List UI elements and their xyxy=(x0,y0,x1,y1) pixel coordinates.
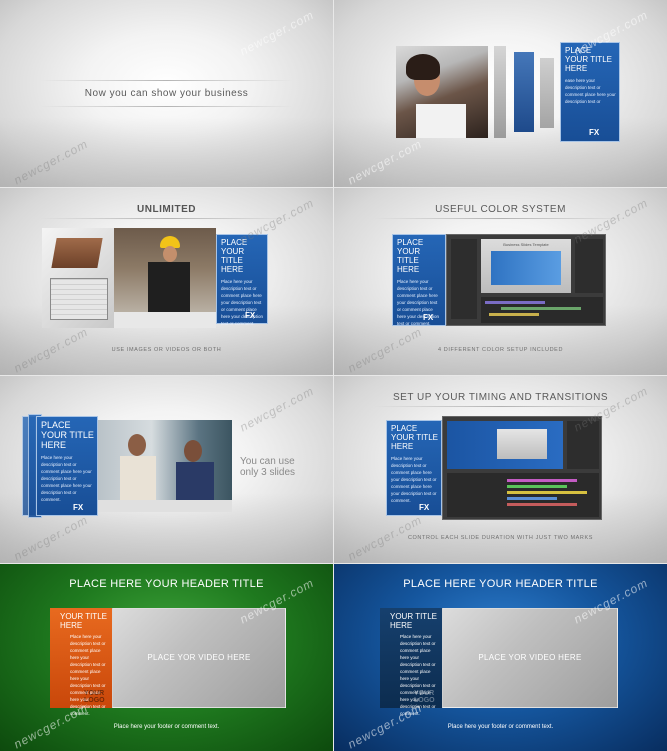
timeline-track xyxy=(507,479,577,482)
timeline-track xyxy=(507,485,567,488)
timeline-track xyxy=(485,301,545,304)
divider xyxy=(374,406,627,407)
blueprint xyxy=(50,278,108,320)
blouse-shape xyxy=(120,456,156,500)
title-panel: YOUR TITLE HERE Place here your descript… xyxy=(380,608,442,716)
fx-logo: FX xyxy=(73,503,84,512)
panel-description: Place here your description text or comm… xyxy=(397,279,440,326)
panel-title: YOUR TITLE HERE xyxy=(60,612,107,630)
table-shape xyxy=(114,312,216,328)
effects-panel xyxy=(575,239,603,293)
header-title: PLACE HERE YOUR HEADER TITLE xyxy=(69,578,264,590)
preview-grid: Now you can show your business newcger.c… xyxy=(0,0,667,751)
panel-blue-template: PLACE HERE YOUR HEADER TITLE YOUR TITLE … xyxy=(334,564,667,751)
watermark: newcger.com xyxy=(237,7,317,59)
floor-reflection xyxy=(0,117,333,187)
face-shape xyxy=(163,246,177,262)
photo-strip xyxy=(540,58,554,128)
timeline-track xyxy=(507,503,577,506)
watermark: newcger.com xyxy=(237,383,317,435)
fx-logo: FX xyxy=(245,311,256,320)
photo-strip xyxy=(494,46,506,138)
panel-description: Place here your description text or comm… xyxy=(391,456,437,503)
timeline-track xyxy=(489,313,539,316)
fx-logo: FX xyxy=(423,313,434,322)
hair-shape xyxy=(406,54,440,80)
panel-timing: SET UP YOUR TIMING AND TRANSITIONS PLACE… xyxy=(334,376,667,563)
house-model xyxy=(51,238,103,268)
face-shape xyxy=(184,440,202,462)
timeline xyxy=(481,297,603,323)
title-panel: YOUR TITLE HERE Place here your descript… xyxy=(50,608,112,716)
editor-window: Business Slides Template xyxy=(446,234,606,326)
preview-screen xyxy=(447,421,563,469)
divider xyxy=(40,80,293,81)
title-panel: PLACE YOUR TITLE HERE ease here your des… xyxy=(560,42,620,142)
panel-slides: PLACE YOUR TITLE HERE Place here your de… xyxy=(0,376,333,563)
screen-thumbnail xyxy=(497,429,547,459)
video-placeholder: PLACE YOR VIDEO HERE xyxy=(112,608,286,708)
panel-title: PLACE YOUR TITLE HERE xyxy=(391,424,438,451)
blouse-shape xyxy=(176,462,214,502)
face-shape xyxy=(128,434,146,456)
screen-thumbnail xyxy=(491,251,561,285)
fx-logo: FX xyxy=(419,503,430,512)
photo-engineer xyxy=(114,228,216,328)
header-title: PLACE HERE YOUR HEADER TITLE xyxy=(403,578,598,590)
panel-description: ease here your description text or comme… xyxy=(565,78,616,104)
panel-title: PLACE YOUR TITLE HERE xyxy=(397,238,424,274)
side-text: You can use only 3 slides xyxy=(240,456,296,478)
timeline-track xyxy=(501,307,581,310)
intro-title: Now you can show your business xyxy=(84,88,249,99)
panel-intro: Now you can show your business newcger.c… xyxy=(0,0,333,187)
project-panel xyxy=(451,239,477,319)
title-panel: PLACE YOUR TITLE HERE Place here your de… xyxy=(36,416,98,516)
panel-green-template: PLACE HERE YOUR HEADER TITLE YOUR TITLE … xyxy=(0,564,333,751)
divider xyxy=(40,218,293,219)
timeline-track xyxy=(507,497,557,500)
divider xyxy=(40,106,293,107)
panel-unlimited: UNLIMITED PLACE YOUR TITLE HERE Place he… xyxy=(0,188,333,375)
logo-placeholder: YOUR LOGO xyxy=(84,690,105,704)
panel-title: PLACE YOUR TITLE HERE xyxy=(41,420,94,450)
suit-shape xyxy=(148,262,190,316)
title-panel: PLACE YOUR TITLE HERE Place here your de… xyxy=(386,420,442,516)
panel-description: Place here your description text or comm… xyxy=(221,279,264,326)
panel-description: Place here your description text or comm… xyxy=(41,455,92,502)
shirt-shape xyxy=(416,104,466,138)
video-placeholder: PLACE YOR VIDEO HERE xyxy=(442,608,618,708)
title-panel: PLACE YOUR TITLE HERE Place here your de… xyxy=(392,234,446,326)
divider xyxy=(374,218,627,219)
photo-house-plans xyxy=(42,228,114,328)
photo-strip xyxy=(514,52,534,132)
photo-businesswomen xyxy=(98,420,232,512)
screen-label: Business Slides Template xyxy=(503,242,549,247)
photo-woman-on-phone xyxy=(396,46,488,138)
preview-screen: Business Slides Template xyxy=(481,239,571,293)
video-label: PLACE YOR VIDEO HERE xyxy=(478,653,582,662)
panel-phone: PLACE YOUR TITLE HERE ease here your des… xyxy=(334,0,667,187)
timeline xyxy=(447,473,599,517)
timeline-track xyxy=(507,491,587,494)
video-label: PLACE YOR VIDEO HERE xyxy=(147,653,251,662)
title-panel: PLACE YOUR TITLE HERE Place here your de… xyxy=(216,234,268,326)
panel-title: YOUR TITLE HERE xyxy=(390,612,437,630)
table-shape xyxy=(98,500,232,512)
fx-logo: FX xyxy=(589,128,600,137)
panel-colors: USEFUL COLOR SYSTEM PLACE YOUR TITLE HER… xyxy=(334,188,667,375)
